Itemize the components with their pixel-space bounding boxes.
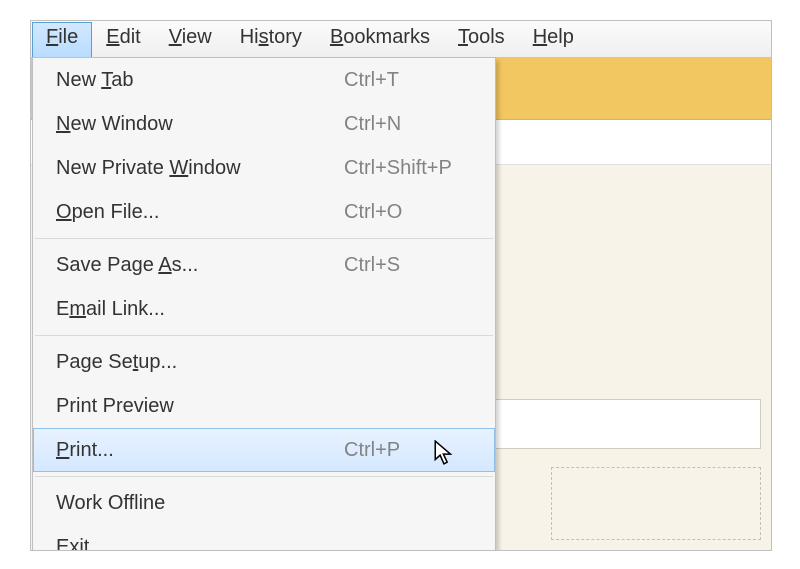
menu-history[interactable]: History [226,21,316,57]
menu-item-work-offline[interactable]: Work Offline [33,481,495,525]
menu-bookmarks[interactable]: Bookmarks [316,21,444,57]
menu-item-print-preview[interactable]: Print Preview [33,384,495,428]
menu-item-shortcut: Ctrl+P [344,439,494,462]
menu-separator [35,335,493,336]
menubar: FileEditViewHistoryBookmarksToolsHelp [31,21,771,58]
menu-separator [35,238,493,239]
menu-view[interactable]: View [155,21,226,57]
menu-item-exit[interactable]: Exit [33,525,495,551]
dashed-panel [551,467,761,540]
menu-item-shortcut: Ctrl+N [344,113,494,136]
menu-item-open-file[interactable]: Open File...Ctrl+O [33,190,495,234]
menu-edit[interactable]: Edit [92,21,154,57]
menu-item-new-window[interactable]: New WindowCtrl+N [33,102,495,146]
browser-window: FileEditViewHistoryBookmarksToolsHelp Ne… [30,20,772,551]
menu-item-label: Page Setup... [56,351,344,374]
menu-item-shortcut: Ctrl+O [344,201,494,224]
menu-item-new-private-window[interactable]: New Private WindowCtrl+Shift+P [33,146,495,190]
menu-item-shortcut: Ctrl+Shift+P [344,157,494,180]
menu-item-shortcut: Ctrl+T [344,69,494,92]
menu-item-save-page-as[interactable]: Save Page As...Ctrl+S [33,243,495,287]
menu-item-label: Exit [56,536,344,552]
menu-item-page-setup[interactable]: Page Setup... [33,340,495,384]
menu-item-label: Print... [56,439,344,462]
menu-item-print[interactable]: Print...Ctrl+P [33,428,495,472]
menu-item-new-tab[interactable]: New TabCtrl+T [33,58,495,102]
menu-tools[interactable]: Tools [444,21,519,57]
menu-item-label: Print Preview [56,395,344,418]
menu-item-label: Save Page As... [56,254,344,277]
menu-item-label: Email Link... [56,298,344,321]
menu-help[interactable]: Help [519,21,588,57]
menu-item-email-link[interactable]: Email Link... [33,287,495,331]
file-menu-dropdown: New TabCtrl+TNew WindowCtrl+NNew Private… [32,57,496,551]
menu-item-label: New Private Window [56,157,344,180]
menu-item-label: New Window [56,113,344,136]
menu-file[interactable]: File [32,22,92,57]
menu-item-label: Open File... [56,201,344,224]
menu-item-label: Work Offline [56,492,344,515]
menu-separator [35,476,493,477]
menu-item-label: New Tab [56,69,344,92]
menu-item-shortcut: Ctrl+S [344,254,494,277]
